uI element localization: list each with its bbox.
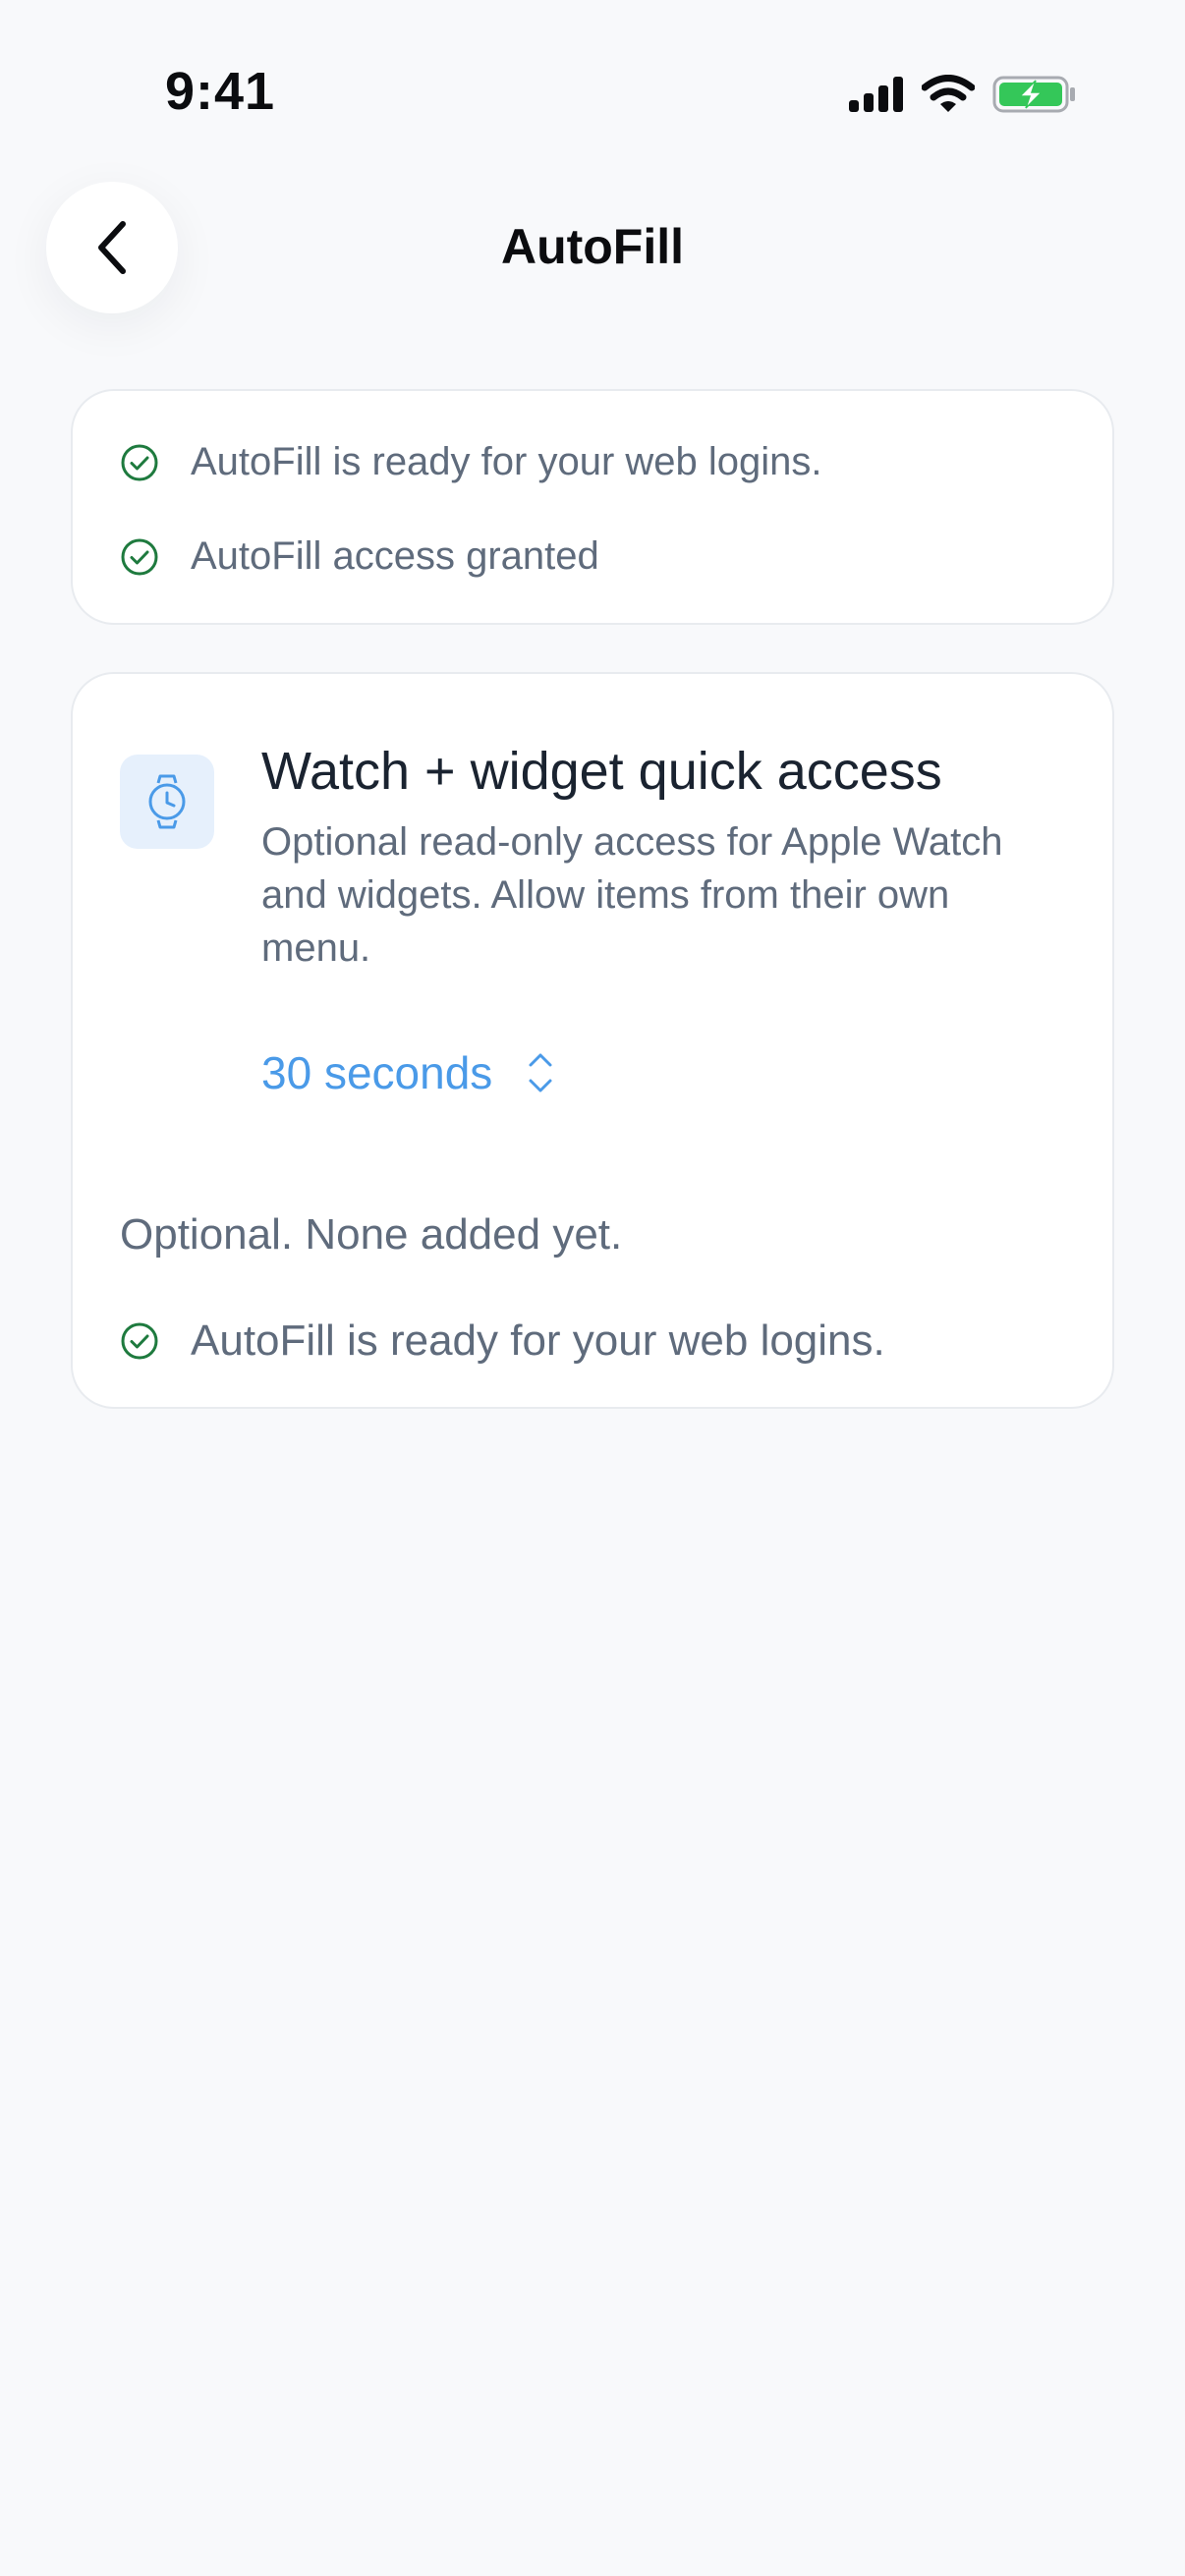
status-row-granted: AutoFill access granted: [120, 534, 599, 579]
watch-widget-card: Watch + widget quick access Optional rea…: [71, 672, 1114, 1409]
duration-value: 30 seconds: [261, 1047, 493, 1098]
wifi-icon: [922, 75, 975, 112]
optional-note: Optional. None added yet.: [120, 1210, 623, 1259]
status-text-watch-ready: AutoFill is ready for your web logins.: [191, 1316, 885, 1365]
watch-icon: [148, 774, 186, 829]
status-time: 9:41: [165, 62, 276, 121]
check-circle-icon: [121, 444, 158, 480]
watch-icon-container: [120, 755, 214, 849]
status-text-ready: AutoFill is ready for your web logins.: [191, 440, 822, 483]
check-circle-icon: [121, 538, 158, 575]
status-bar: 9:41: [0, 0, 1185, 187]
battery-charging-icon: [992, 76, 1075, 113]
cellular-signal-icon: [849, 77, 903, 112]
check-circle-icon: [121, 1322, 158, 1360]
feature-title: Watch + widget quick access: [261, 742, 942, 801]
status-icons: [847, 75, 1077, 114]
status-row-watch-ready: AutoFill is ready for your web logins.: [120, 1316, 885, 1366]
autofill-status-card: AutoFill is ready for your web logins. A…: [71, 389, 1114, 625]
status-row-ready: AutoFill is ready for your web logins.: [120, 440, 822, 484]
duration-picker[interactable]: 30 seconds: [261, 1043, 555, 1102]
status-text-granted: AutoFill access granted: [191, 534, 599, 578]
chevron-up-down-icon: [529, 1053, 552, 1092]
feature-description: Optional read-only access for Apple Watc…: [261, 820, 1003, 970]
page-title: AutoFill: [500, 219, 685, 274]
